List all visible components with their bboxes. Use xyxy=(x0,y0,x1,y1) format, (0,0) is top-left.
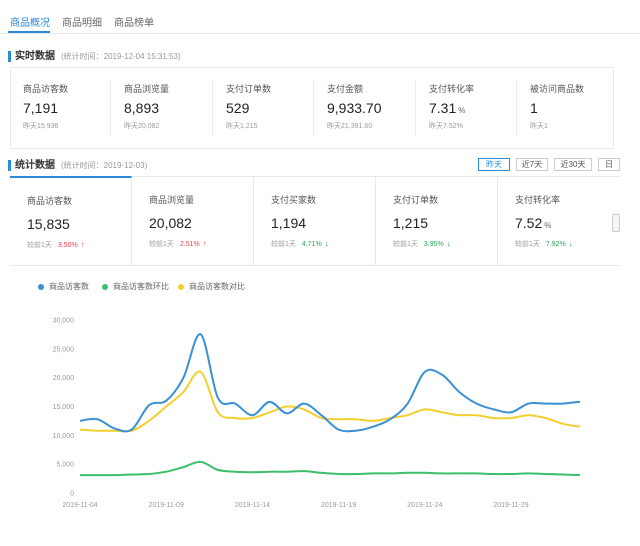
realtime-item-label: 商品访客数 xyxy=(23,84,69,94)
tab-goods-ranking[interactable]: 商品榜单 xyxy=(114,14,154,29)
legend-item-visitors-compare[interactable]: 商品访客数对比 xyxy=(178,281,245,292)
realtime-item-label: 支付转化率 xyxy=(429,84,475,94)
metric-compare: 较前1天 3.95% ↓ xyxy=(393,239,451,248)
realtime-section-title: 实时数据 (统计时间：2019-12-04 15:31:53) xyxy=(8,47,181,62)
realtime-item: 商品浏览量 8,893 昨天20,082 xyxy=(112,68,212,148)
y-tick-label: 30,000 xyxy=(53,318,75,325)
realtime-item-label: 支付金额 xyxy=(327,84,364,94)
active-tab-indicator xyxy=(8,31,50,33)
y-tick-label: 15,000 xyxy=(53,404,75,411)
realtime-item-value: 1 xyxy=(530,100,538,116)
arrow-down-icon: ↓ xyxy=(568,239,573,248)
metric-value: 1,215 xyxy=(393,215,429,231)
metric-card-visitors[interactable]: 商品访客数 15,835 较前1天 3.50% ↑ xyxy=(10,176,132,266)
realtime-item: 支付订单数 529 昨天1,215 xyxy=(214,68,314,148)
realtime-item-value: 529 xyxy=(226,100,250,116)
divider xyxy=(110,80,111,136)
divider xyxy=(313,80,314,136)
stats-title: 统计数据 xyxy=(8,160,55,171)
metric-label: 商品浏览量 xyxy=(149,195,195,205)
y-tick-label: 0 xyxy=(70,491,74,498)
metric-card-pageviews[interactable]: 商品浏览量 20,082 较前1天 2.51% ↑ xyxy=(132,176,254,266)
realtime-item-yesterday: 昨天7.52% xyxy=(429,123,463,130)
realtime-item: 被访问商品数 1 昨天1 xyxy=(518,68,618,148)
metric-label: 支付订单数 xyxy=(393,195,439,205)
metric-compare: 较前1天 7.92% ↓ xyxy=(515,239,573,248)
realtime-title: 实时数据 xyxy=(8,51,55,62)
legend-dot-icon xyxy=(38,283,44,290)
realtime-item-yesterday: 昨天1 xyxy=(530,123,548,130)
series-line-visitors-mom[interactable] xyxy=(79,460,581,477)
y-tick-label: 5,000 xyxy=(56,462,74,469)
metric-compare: 较前1天 2.51% ↑ xyxy=(149,239,207,248)
y-tick-label: 20,000 xyxy=(53,375,75,382)
stats-time: (统计时间：2019-12-03) xyxy=(61,161,148,170)
trend-line-chart: 0 5,000 10,000 15,000 20,000 25,000 30,000 201… xyxy=(53,318,581,509)
arrow-down-icon: ↓ xyxy=(446,239,451,248)
range-button-30days[interactable]: 近30天 xyxy=(554,158,592,171)
metric-card-orders[interactable]: 支付订单数 1,215 较前1天 3.95% ↓ xyxy=(376,176,498,266)
stats-section-title: 统计数据 (统计时间：2019-12-03) xyxy=(8,156,147,171)
carousel-next-handle[interactable] xyxy=(612,214,620,232)
realtime-item-value: 9,933.70 xyxy=(327,100,382,116)
y-tick-label: 25,000 xyxy=(53,346,75,353)
legend-item-visitors[interactable]: 商品访客数 xyxy=(38,281,89,292)
range-button-day[interactable]: 日 xyxy=(598,158,620,171)
metric-value: 7.52% xyxy=(515,215,552,231)
x-tick-label: 2019-11-04 xyxy=(62,502,97,509)
realtime-item-label: 被访问商品数 xyxy=(530,84,585,94)
realtime-item: 支付转化率 7.31% 昨天7.52% xyxy=(417,68,517,148)
divider xyxy=(212,80,213,136)
range-button-7days[interactable]: 近7天 xyxy=(516,158,548,171)
metric-cards: 商品访客数 15,835 较前1天 3.50% ↑ 商品浏览量 20,082 较前1… xyxy=(10,176,620,266)
metric-value: 20,082 xyxy=(149,215,192,231)
x-tick-label: 2019-11-29 xyxy=(493,502,528,509)
metric-label: 支付买家数 xyxy=(271,195,317,205)
realtime-item: 支付金额 9,933.70 昨天21,391.60 xyxy=(315,68,415,148)
realtime-item: 商品访客数 7,191 昨天15,936 xyxy=(11,68,111,148)
tab-goods-overview[interactable]: 商品概况 xyxy=(10,14,50,29)
top-tabs: 商品概况 商品明细 商品榜单 xyxy=(0,0,640,34)
realtime-item-value: 7.31% xyxy=(429,100,466,116)
realtime-item-value: 7,191 xyxy=(23,100,59,116)
metric-card-buyers[interactable]: 支付买家数 1,194 较前1天 4.71% ↓ xyxy=(254,176,376,266)
divider xyxy=(415,80,416,136)
metric-compare: 较前1天 4.71% ↓ xyxy=(271,239,329,248)
range-button-yesterday[interactable]: 昨天 xyxy=(478,158,510,171)
legend-dot-icon xyxy=(178,283,184,290)
realtime-panel: 商品访客数 7,191 昨天15,936 商品浏览量 8,893 昨天20,08… xyxy=(10,67,614,149)
arrow-up-icon: ↑ xyxy=(202,239,207,248)
realtime-update-time: (统计时间：2019-12-04 15:31:53) xyxy=(61,52,181,61)
x-tick-label: 2019-11-24 xyxy=(407,502,442,509)
realtime-item-yesterday: 昨天21,391.60 xyxy=(327,123,373,130)
y-tick-label: 10,000 xyxy=(53,433,75,440)
realtime-item-yesterday: 昨天15,936 xyxy=(23,123,59,130)
tab-goods-detail[interactable]: 商品明细 xyxy=(62,14,102,29)
x-tick-label: 2019-11-19 xyxy=(321,502,356,509)
metric-card-conversion[interactable]: 支付转化率 7.52% 较前1天 7.92% ↓ xyxy=(498,176,620,266)
realtime-item-value: 8,893 xyxy=(124,100,160,116)
realtime-item-label: 支付订单数 xyxy=(226,84,272,94)
metric-value: 1,194 xyxy=(271,215,307,231)
x-tick-label: 2019-11-14 xyxy=(235,502,270,509)
realtime-item-label: 商品浏览量 xyxy=(124,84,170,94)
legend-dot-icon xyxy=(102,283,108,290)
metric-value: 15,835 xyxy=(27,216,70,232)
metric-label: 商品访客数 xyxy=(27,196,73,206)
x-tick-label: 2019-11-09 xyxy=(149,502,184,509)
realtime-item-yesterday: 昨天20,082 xyxy=(124,123,160,130)
realtime-item-yesterday: 昨天1,215 xyxy=(226,123,258,130)
metric-compare: 较前1天 3.50% ↑ xyxy=(27,240,85,249)
arrow-down-icon: ↓ xyxy=(324,239,329,248)
metric-label: 支付转化率 xyxy=(515,195,561,205)
divider xyxy=(516,80,517,136)
arrow-up-icon: ↑ xyxy=(80,240,85,249)
legend-item-visitors-mom[interactable]: 商品访客数环比 xyxy=(102,281,169,292)
